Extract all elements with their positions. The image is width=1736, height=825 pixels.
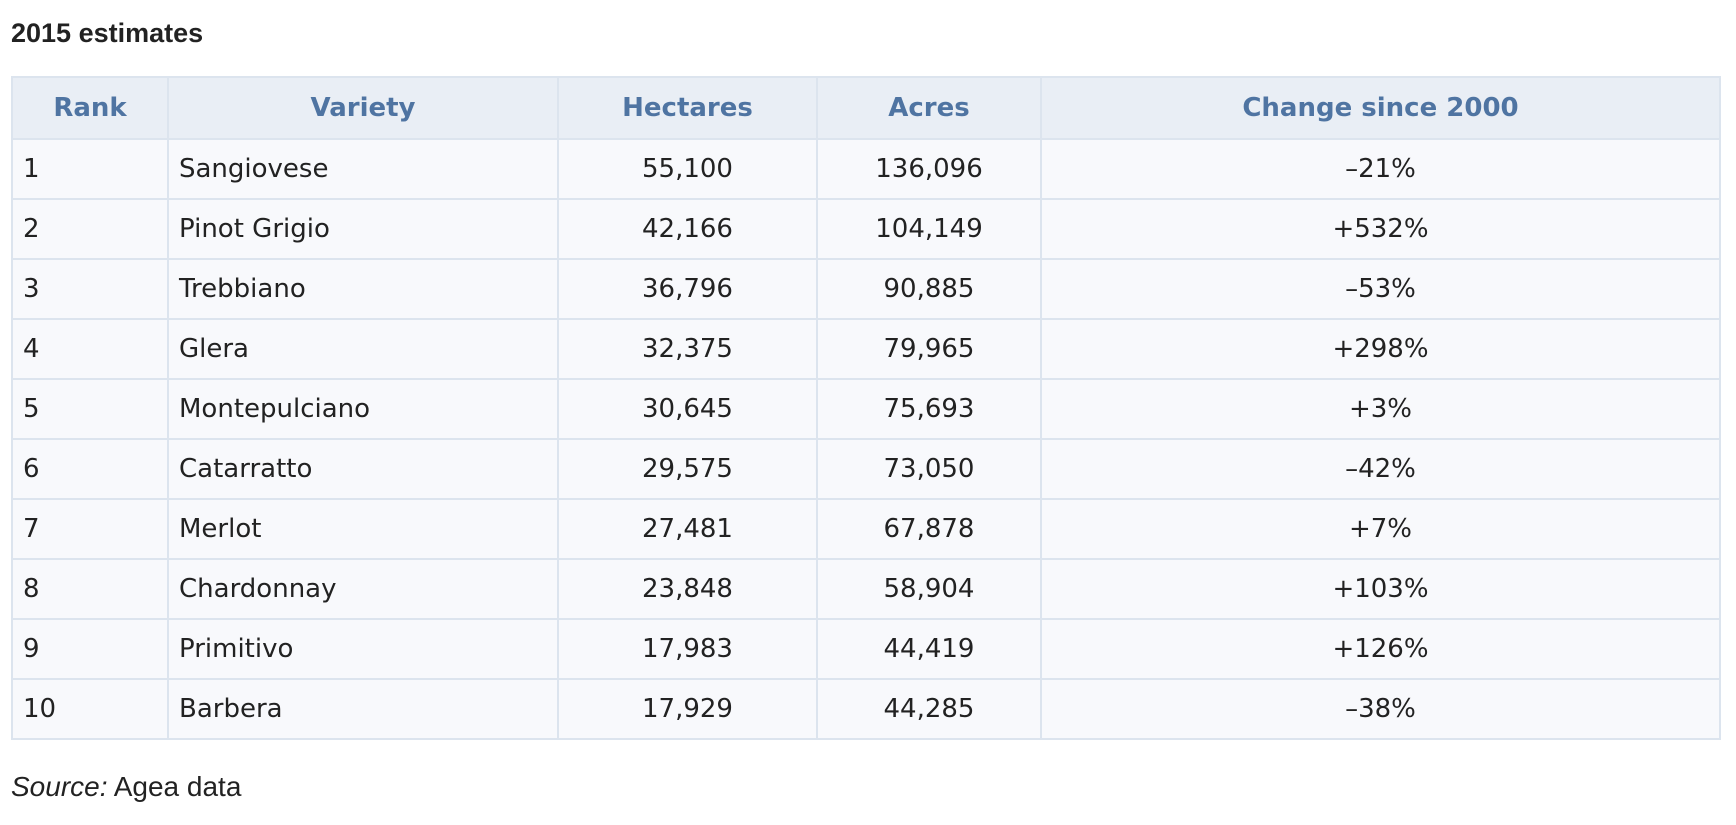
- hectares-cell: 23,848: [557, 558, 818, 620]
- acres-cell: 79,965: [816, 318, 1042, 380]
- variety-cell: Merlot: [167, 498, 559, 560]
- variety-cell: Primitivo: [167, 618, 559, 680]
- variety-cell: Catarratto: [167, 438, 559, 500]
- acres-cell: 73,050: [816, 438, 1042, 500]
- variety-cell: Barbera: [167, 678, 559, 740]
- rank-cell: 2: [11, 198, 169, 260]
- column-header-rank: Rank: [11, 76, 169, 140]
- rank-cell: 7: [11, 498, 169, 560]
- table-row: 1 Sangiovese 55,100 136,096 –21%: [11, 138, 1721, 200]
- table-row: 6 Catarratto 29,575 73,050 –42%: [11, 438, 1721, 500]
- variety-cell: Sangiovese: [167, 138, 559, 200]
- table-row: 2 Pinot Grigio 42,166 104,149 +532%: [11, 198, 1721, 260]
- rank-cell: 3: [11, 258, 169, 320]
- rank-cell: 10: [11, 678, 169, 740]
- hectares-cell: 36,796: [557, 258, 818, 320]
- table-row: 8 Chardonnay 23,848 58,904 +103%: [11, 558, 1721, 620]
- variety-cell: Glera: [167, 318, 559, 380]
- source-text: Agea data: [113, 771, 242, 802]
- acres-cell: 58,904: [816, 558, 1042, 620]
- table-caption: 2015 estimates: [11, 18, 204, 48]
- rank-cell: 9: [11, 618, 169, 680]
- change-cell: –38%: [1040, 678, 1721, 740]
- acres-cell: 136,096: [816, 138, 1042, 200]
- change-cell: +298%: [1040, 318, 1721, 380]
- acres-cell: 44,285: [816, 678, 1042, 740]
- change-cell: +3%: [1040, 378, 1721, 440]
- rank-cell: 8: [11, 558, 169, 620]
- table-row: 9 Primitivo 17,983 44,419 +126%: [11, 618, 1721, 680]
- change-cell: –21%: [1040, 138, 1721, 200]
- variety-cell: Trebbiano: [167, 258, 559, 320]
- change-cell: +126%: [1040, 618, 1721, 680]
- rank-cell: 1: [11, 138, 169, 200]
- table-row: 3 Trebbiano 36,796 90,885 –53%: [11, 258, 1721, 320]
- variety-cell: Montepulciano: [167, 378, 559, 440]
- header-row: Rank Variety Hectares Acres Change since…: [11, 76, 1721, 140]
- column-header-hectares: Hectares: [557, 76, 818, 140]
- variety-cell: Chardonnay: [167, 558, 559, 620]
- change-cell: +7%: [1040, 498, 1721, 560]
- hectares-cell: 42,166: [557, 198, 818, 260]
- column-header-variety: Variety: [167, 76, 559, 140]
- rank-cell: 4: [11, 318, 169, 380]
- hectares-cell: 30,645: [557, 378, 818, 440]
- varieties-table: Rank Variety Hectares Acres Change since…: [11, 76, 1721, 740]
- acres-cell: 90,885: [816, 258, 1042, 320]
- change-cell: –42%: [1040, 438, 1721, 500]
- change-cell: –53%: [1040, 258, 1721, 320]
- acres-cell: 67,878: [816, 498, 1042, 560]
- change-cell: +103%: [1040, 558, 1721, 620]
- column-header-acres: Acres: [816, 76, 1042, 140]
- hectares-cell: 32,375: [557, 318, 818, 380]
- column-header-change: Change since 2000: [1040, 76, 1721, 140]
- acres-cell: 104,149: [816, 198, 1042, 260]
- hectares-cell: 17,929: [557, 678, 818, 740]
- acres-cell: 44,419: [816, 618, 1042, 680]
- table-row: 10 Barbera 17,929 44,285 –38%: [11, 678, 1721, 740]
- hectares-cell: 27,481: [557, 498, 818, 560]
- hectares-cell: 29,575: [557, 438, 818, 500]
- source-label: Source:: [11, 771, 108, 802]
- hectares-cell: 17,983: [557, 618, 818, 680]
- change-cell: +532%: [1040, 198, 1721, 260]
- rank-cell: 5: [11, 378, 169, 440]
- table-row: 7 Merlot 27,481 67,878 +7%: [11, 498, 1721, 560]
- table-row: 5 Montepulciano 30,645 75,693 +3%: [11, 378, 1721, 440]
- hectares-cell: 55,100: [557, 138, 818, 200]
- rank-cell: 6: [11, 438, 169, 500]
- table-row: 4 Glera 32,375 79,965 +298%: [11, 318, 1721, 380]
- variety-cell: Pinot Grigio: [167, 198, 559, 260]
- acres-cell: 75,693: [816, 378, 1042, 440]
- source-note: Source: Agea data: [11, 768, 241, 806]
